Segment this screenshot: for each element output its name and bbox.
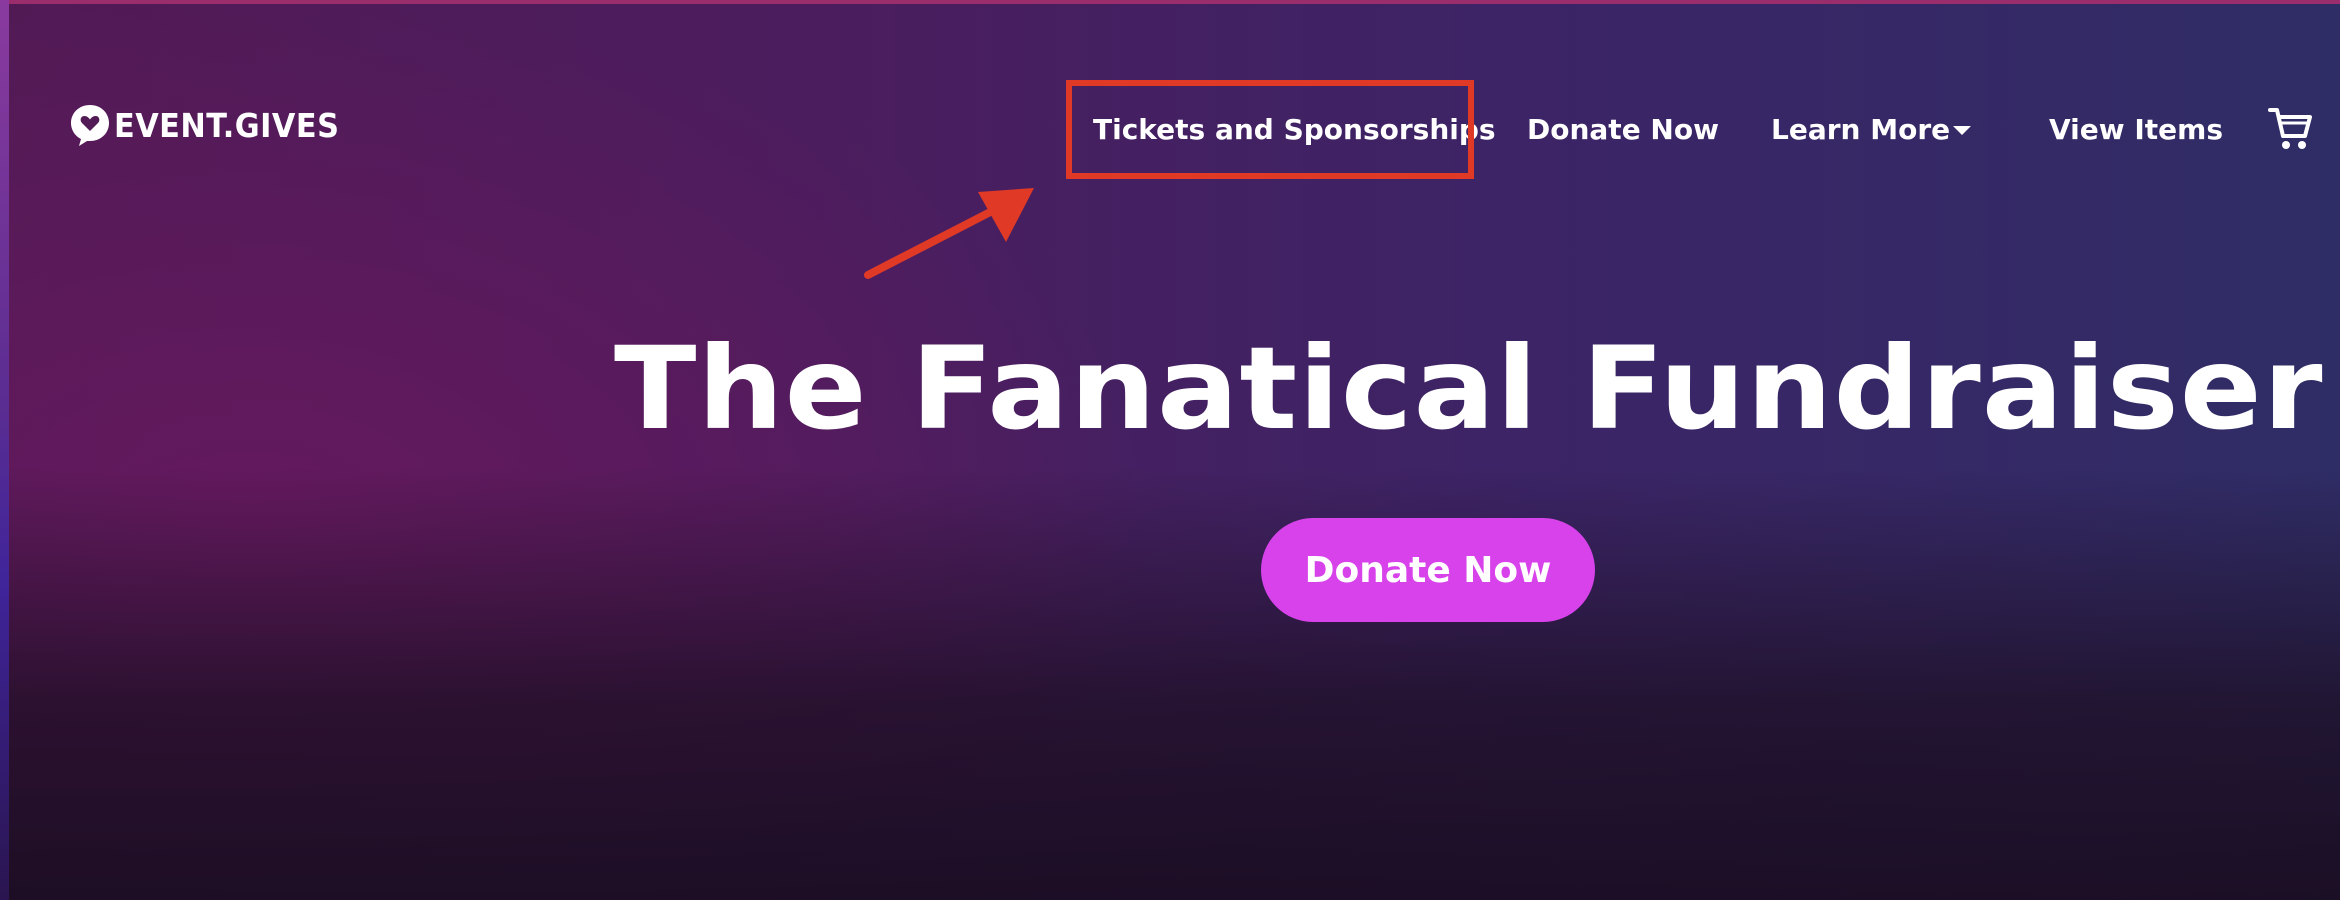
nav-learn-more[interactable]: Learn More: [1771, 110, 1950, 150]
heart-speech-bubble-icon: [71, 105, 109, 146]
window-top-edge: [0, 0, 2340, 4]
brand-name: EVENT.GIVES: [114, 105, 340, 145]
window-left-edge: [0, 0, 9, 900]
brand-logo[interactable]: EVENT.GIVES: [68, 102, 359, 148]
annotation-arrow-icon: [864, 188, 1034, 279]
annotation-highlight-box: [1066, 80, 1474, 179]
hero-title: The Fanatical Fundraiser: [614, 322, 2324, 455]
page: EVENT.GIVES Tickets and Sponsorships Don…: [0, 0, 2340, 900]
nav-view-items[interactable]: View Items: [2049, 110, 2223, 150]
nav-donate-now[interactable]: Donate Now: [1527, 110, 1719, 150]
caret-down-icon[interactable]: [1953, 126, 1971, 135]
donate-now-button[interactable]: Donate Now: [1261, 518, 1595, 622]
shopping-cart-icon[interactable]: [2268, 104, 2312, 152]
